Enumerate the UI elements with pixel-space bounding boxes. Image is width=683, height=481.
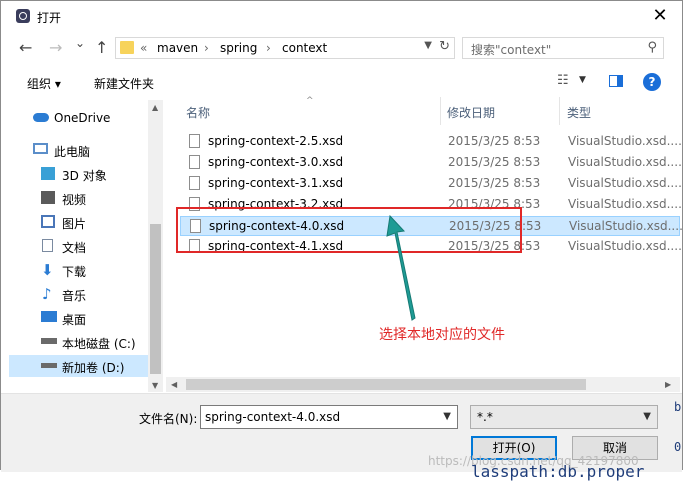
watermark: https://blog.csdn.net/qq_42197800 <box>428 454 639 468</box>
arrow-icon <box>386 214 416 321</box>
annotation-arrow <box>386 214 416 321</box>
annotation-label: 选择本地对应的文件 <box>379 327 505 343</box>
